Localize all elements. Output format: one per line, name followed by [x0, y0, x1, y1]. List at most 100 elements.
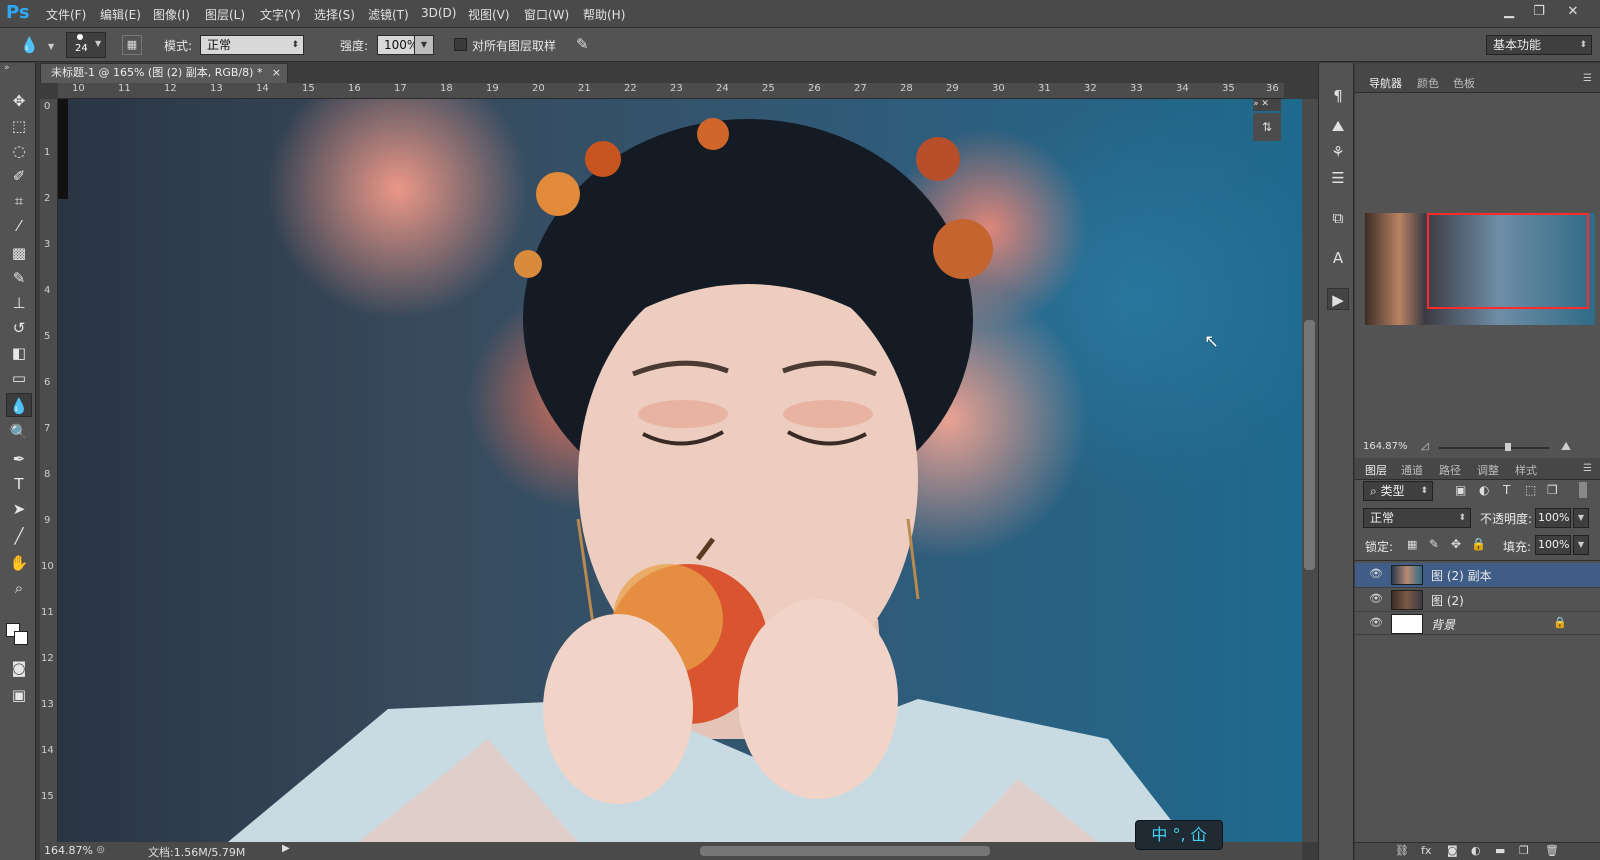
add-mask-icon[interactable]: ◙: [1447, 844, 1458, 857]
tab-channels[interactable]: 通道: [1401, 462, 1423, 478]
brush-panel-toggle-icon[interactable]: ▦: [122, 35, 142, 55]
share-icon[interactable]: ⊚: [96, 843, 105, 856]
tab-layers[interactable]: 图层: [1365, 462, 1387, 478]
lock-all-icon[interactable]: 🔒: [1471, 537, 1486, 551]
sample-all-layers-checkbox[interactable]: [454, 38, 467, 51]
vertical-scroll-thumb[interactable]: [1304, 320, 1315, 570]
crop-tool-icon[interactable]: ⌗: [6, 189, 32, 213]
minimize-icon[interactable]: ▁: [1494, 2, 1524, 22]
brush-preset-picker[interactable]: 24 ▼: [66, 32, 106, 58]
new-layer-icon[interactable]: ❐: [1519, 844, 1529, 857]
delete-layer-icon[interactable]: 🗑: [1545, 844, 1559, 857]
panel-menu-icon[interactable]: ☰: [1583, 463, 1592, 474]
zoom-slider-track[interactable]: [1439, 447, 1549, 449]
visibility-eye-icon[interactable]: 👁: [1369, 592, 1383, 605]
background-color-swatch[interactable]: [14, 631, 28, 645]
zoom-slider-thumb[interactable]: [1505, 443, 1511, 451]
layer-style-icon[interactable]: fx: [1421, 844, 1431, 857]
menu-help[interactable]: 帮助(H): [583, 6, 625, 23]
ime-indicator[interactable]: 中 °, 仚: [1135, 820, 1223, 850]
opacity-field[interactable]: 100%: [1535, 508, 1571, 528]
adjustments-icon[interactable]: ☰: [1327, 167, 1349, 189]
screen-mode-icon[interactable]: ▣: [6, 683, 32, 707]
fill-slider-toggle[interactable]: ▼: [1573, 535, 1589, 555]
close-tab-icon[interactable]: ×: [272, 64, 281, 82]
lock-pixels-icon[interactable]: ✎: [1429, 537, 1439, 551]
tab-navigator[interactable]: 导航器: [1369, 75, 1402, 91]
menu-3d[interactable]: 3D(D): [421, 6, 456, 20]
eraser-tool-icon[interactable]: ◧: [6, 341, 32, 365]
zoom-out-icon[interactable]: ◿: [1421, 441, 1429, 452]
quick-select-tool-icon[interactable]: ✐: [6, 164, 32, 188]
tab-color[interactable]: 颜色: [1417, 75, 1439, 91]
panel-collapse-icon[interactable]: » ✕: [1253, 99, 1281, 111]
pressure-icon[interactable]: ✎: [576, 35, 589, 53]
document-tab[interactable]: 未标题-1 @ 165% (图 (2) 副本, RGB/8) * ×: [40, 63, 288, 83]
tab-adjustments[interactable]: 调整: [1477, 462, 1499, 478]
collapse-toolbar-icon[interactable]: »: [4, 63, 10, 73]
tab-swatches[interactable]: 色板: [1453, 75, 1475, 91]
navigator-zoom[interactable]: 164.87%: [1363, 441, 1408, 452]
menu-type[interactable]: 文字(Y): [260, 6, 301, 23]
tab-paths[interactable]: 路径: [1439, 462, 1461, 478]
new-group-icon[interactable]: ▬: [1495, 844, 1505, 857]
menu-image[interactable]: 图像(I): [153, 6, 190, 23]
hand-tool-icon[interactable]: ✋: [6, 551, 32, 575]
workspace-dropdown[interactable]: 基本功能 ⬍: [1486, 35, 1592, 55]
blur-tool-icon[interactable]: 💧: [6, 393, 32, 417]
stamp-tool-icon[interactable]: ⊥: [6, 291, 32, 315]
status-menu-arrow-icon[interactable]: ▶: [282, 843, 290, 854]
filter-smart-object-icon[interactable]: ❒: [1547, 483, 1558, 497]
menu-select[interactable]: 选择(S): [314, 6, 355, 23]
zoom-tool-icon[interactable]: ⌕: [6, 576, 32, 600]
mode-dropdown[interactable]: 正常 ⬍: [200, 35, 304, 55]
filter-shape-icon[interactable]: ⬚: [1525, 483, 1536, 497]
filter-toggle[interactable]: [1579, 482, 1587, 498]
panel-menu-icon[interactable]: ☰: [1583, 73, 1592, 84]
brush-tool-icon[interactable]: ✎: [6, 266, 32, 290]
visibility-eye-icon[interactable]: 👁: [1369, 616, 1383, 629]
navigator-view-frame[interactable]: [1427, 213, 1589, 309]
lasso-tool-icon[interactable]: ◌: [6, 139, 32, 163]
path-select-tool-icon[interactable]: ➤: [6, 497, 32, 521]
history-panel-icon[interactable]: ⇅: [1253, 113, 1281, 141]
menu-file[interactable]: 文件(F): [46, 6, 86, 23]
brush-presets-icon[interactable]: ⚘: [1327, 141, 1349, 163]
type-tool-icon[interactable]: T: [6, 472, 32, 496]
lock-position-icon[interactable]: ✥: [1451, 537, 1461, 551]
paragraph-icon[interactable]: ¶: [1327, 85, 1349, 107]
histogram-icon[interactable]: ⛰: [1327, 115, 1349, 137]
filter-type-icon[interactable]: T: [1503, 483, 1510, 497]
pen-tool-icon[interactable]: ✒: [6, 447, 32, 471]
filter-adjustment-icon[interactable]: ◐: [1479, 483, 1489, 497]
eyedropper-tool-icon[interactable]: ⁄: [6, 214, 32, 238]
layer-row-selected[interactable]: 👁 图 (2) 副本: [1355, 563, 1600, 587]
quick-mask-icon[interactable]: ◙: [6, 656, 32, 680]
lock-icon[interactable]: 🔒: [1553, 616, 1567, 629]
healing-brush-tool-icon[interactable]: ▩: [6, 241, 32, 265]
strength-slider-toggle[interactable]: ▼: [414, 35, 434, 55]
history-brush-tool-icon[interactable]: ↺: [6, 316, 32, 340]
actions-play-icon[interactable]: ▶: [1327, 288, 1349, 310]
link-layers-icon[interactable]: ⛓: [1395, 844, 1409, 857]
dodge-tool-icon[interactable]: 🔍: [6, 420, 32, 444]
chevron-down-icon[interactable]: ▼: [48, 42, 54, 51]
document-canvas[interactable]: ↖ » ✕ ⇅: [58, 99, 1302, 842]
blend-mode-dropdown[interactable]: 正常 ⬍: [1363, 508, 1471, 528]
move-tool-icon[interactable]: ✥: [6, 89, 32, 113]
adjustment-layer-icon[interactable]: ◐: [1471, 844, 1481, 857]
3d-icon[interactable]: ⧉: [1327, 207, 1349, 229]
layer-row[interactable]: 👁 图 (2): [1355, 587, 1600, 611]
fill-field[interactable]: 100%: [1535, 535, 1571, 555]
line-tool-icon[interactable]: ╱: [6, 524, 32, 548]
menu-window[interactable]: 窗口(W): [524, 6, 569, 23]
zoom-level[interactable]: 164.87%: [44, 844, 93, 857]
blur-tool-icon[interactable]: 💧: [20, 36, 39, 54]
menu-edit[interactable]: 编辑(E): [100, 6, 141, 23]
horizontal-scroll-thumb[interactable]: [700, 846, 990, 856]
filter-pixel-icon[interactable]: ▣: [1455, 483, 1466, 497]
menu-layer[interactable]: 图层(L): [205, 6, 245, 23]
lock-transparency-icon[interactable]: ▦: [1407, 538, 1417, 551]
layer-row[interactable]: 👁 背景 🔒: [1355, 611, 1600, 635]
gradient-tool-icon[interactable]: ▭: [6, 366, 32, 390]
